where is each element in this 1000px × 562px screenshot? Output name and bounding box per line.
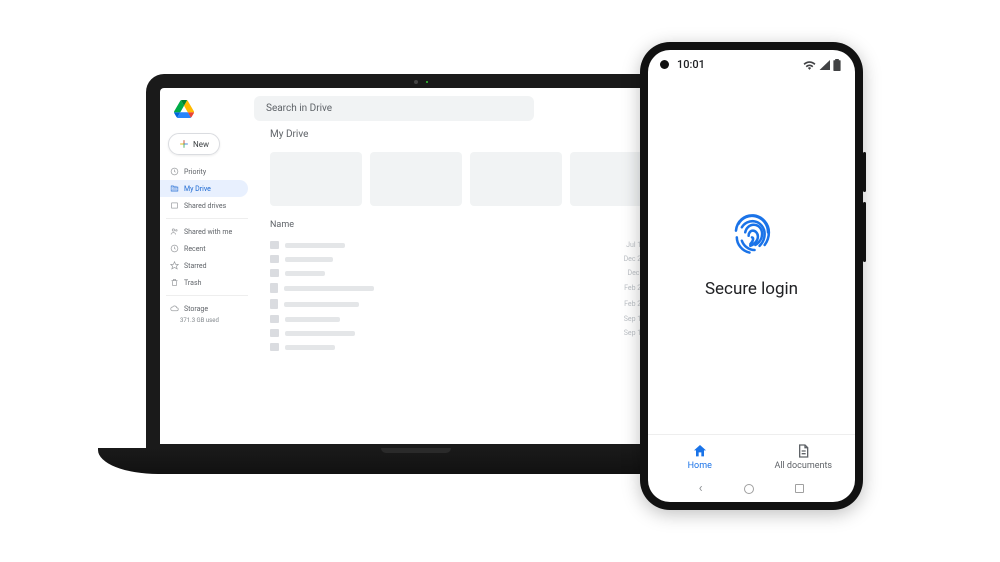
column-header-name: Name — [270, 220, 672, 230]
phone-volume-button — [863, 202, 866, 262]
folder-icon — [270, 241, 279, 249]
divider — [166, 295, 248, 296]
secure-login-screen: Secure login — [648, 71, 855, 434]
phone-device: 10:01 Secure login Ho — [640, 42, 863, 510]
new-button[interactable]: New — [168, 133, 220, 155]
document-icon — [795, 443, 811, 459]
folder-icon — [270, 329, 279, 337]
sidebar-item-my-drive[interactable]: My Drive — [160, 180, 248, 197]
bottom-tabs: Home All documents — [648, 434, 855, 477]
file-name-placeholder — [285, 257, 333, 262]
sidebar-item-starred[interactable]: Starred — [160, 257, 248, 274]
file-row[interactable]: Feb 26, 2021 — [270, 280, 672, 296]
file-name-placeholder — [285, 243, 345, 248]
divider — [166, 218, 248, 219]
page-title: My Drive — [270, 129, 672, 140]
file-name-placeholder — [285, 345, 335, 350]
phone-power-button — [863, 152, 866, 192]
laptop-bezel: Search in Drive New Priority My Drive Sh… — [146, 74, 686, 448]
fingerprint-icon[interactable] — [725, 207, 779, 261]
file-name-placeholder — [284, 286, 374, 291]
shared-drives-icon — [170, 201, 179, 210]
file-row[interactable]: Sep 15, 2020 — [270, 326, 672, 340]
search-input[interactable]: Search in Drive — [254, 96, 534, 121]
webcam-icon — [414, 80, 418, 84]
file-name-placeholder — [285, 331, 355, 336]
file-row[interactable]: Feb 26, 2021 — [270, 296, 672, 312]
file-row[interactable]: Dec 9, 2019 — [270, 266, 672, 280]
plus-icon — [179, 139, 189, 149]
status-bar: 10:01 — [648, 50, 855, 71]
sidebar: New Priority My Drive Shared drives Shar… — [160, 125, 254, 444]
back-button[interactable]: ‹ — [699, 481, 703, 496]
sidebar-item-priority[interactable]: Priority — [160, 163, 248, 180]
laptop-device: Search in Drive New Priority My Drive Sh… — [146, 74, 686, 474]
file-name-placeholder — [285, 317, 340, 322]
sidebar-item-trash[interactable]: Trash — [160, 274, 248, 291]
sidebar-item-storage[interactable]: Storage — [160, 300, 248, 317]
drive-header: Search in Drive — [160, 88, 672, 125]
signal-icon — [819, 60, 830, 70]
battery-icon — [833, 59, 841, 71]
card-placeholder[interactable] — [370, 152, 462, 206]
star-icon — [170, 261, 179, 270]
system-nav: ‹ — [648, 477, 855, 502]
file-name-placeholder — [285, 271, 325, 276]
folder-icon — [270, 269, 279, 277]
file-row[interactable]: Sep 15, 2020 — [270, 312, 672, 326]
main-content: My Drive Name Jul 15, 2020 Dec 23, 2019 … — [254, 125, 672, 444]
folder-icon — [270, 315, 279, 323]
clock-icon — [170, 244, 179, 253]
file-row[interactable] — [270, 340, 672, 354]
storage-used-label: 371.3 GB used — [166, 317, 248, 324]
doc-icon — [270, 283, 278, 293]
file-name-placeholder — [284, 302, 359, 307]
home-button[interactable] — [744, 484, 754, 494]
priority-icon — [170, 167, 179, 176]
recents-button[interactable] — [795, 484, 804, 493]
people-icon — [170, 227, 179, 236]
suggested-cards — [270, 152, 672, 206]
wifi-icon — [803, 60, 816, 70]
laptop-screen: Search in Drive New Priority My Drive Sh… — [160, 88, 672, 444]
doc-icon — [270, 299, 278, 309]
card-placeholder[interactable] — [270, 152, 362, 206]
status-time: 10:01 — [677, 58, 705, 71]
folder-icon — [270, 255, 279, 263]
cloud-icon — [170, 304, 179, 313]
sidebar-item-recent[interactable]: Recent — [160, 240, 248, 257]
drive-logo-icon — [174, 100, 194, 118]
drive-body: New Priority My Drive Shared drives Shar… — [160, 125, 672, 444]
card-placeholder[interactable] — [470, 152, 562, 206]
sidebar-item-shared-with-me[interactable]: Shared with me — [160, 223, 248, 240]
trash-icon — [170, 278, 179, 287]
status-icons — [803, 59, 841, 71]
folder-icon — [270, 343, 279, 351]
secure-login-title: Secure login — [705, 279, 798, 299]
file-row[interactable]: Dec 23, 2019 — [270, 252, 672, 266]
home-icon — [692, 443, 708, 459]
tab-all-documents[interactable]: All documents — [752, 435, 856, 477]
webcam-led-icon — [426, 81, 428, 83]
sidebar-item-shared-drives[interactable]: Shared drives — [160, 197, 248, 214]
file-row[interactable]: Jul 15, 2020 — [270, 238, 672, 252]
laptop-base — [98, 448, 734, 474]
new-button-label: New — [193, 140, 209, 149]
drive-folder-icon — [170, 184, 179, 193]
phone-screen: 10:01 Secure login Ho — [648, 50, 855, 502]
camera-hole-icon — [660, 60, 669, 69]
tab-home[interactable]: Home — [648, 435, 752, 477]
